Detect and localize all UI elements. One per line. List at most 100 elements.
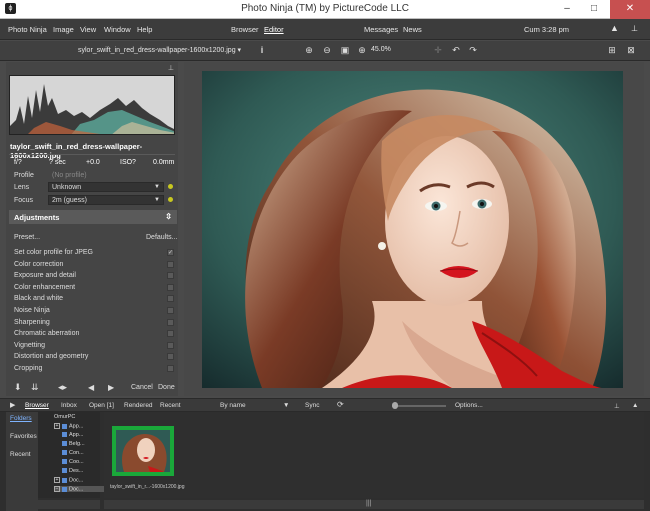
adjustment-row[interactable]: Cropping	[14, 365, 174, 376]
expand-icon[interactable]: +	[54, 477, 60, 483]
exif-aperture: f/?	[14, 159, 22, 166]
minimize-button[interactable]: –	[553, 0, 581, 19]
sync-button[interactable]: Sync	[305, 402, 319, 409]
nav-recent[interactable]: Recent	[10, 451, 31, 458]
grid-view-icon[interactable]: ⊞	[606, 44, 618, 56]
tab-rendered[interactable]: Rendered	[124, 402, 153, 409]
adjustment-checkbox[interactable]	[167, 353, 174, 361]
adjustment-row[interactable]: Vignetting	[14, 341, 174, 353]
adjustment-checkbox[interactable]	[167, 318, 174, 326]
fullscreen-icon[interactable]: ⊠	[625, 44, 637, 56]
tab-open[interactable]: Open [1]	[89, 402, 114, 409]
tree-item[interactable]: App...	[62, 432, 83, 438]
preset-button[interactable]: Preset...	[14, 234, 40, 241]
maximize-button[interactable]: □	[580, 0, 608, 19]
adjustment-row[interactable]: Distortion and geometry	[14, 353, 174, 364]
thumbnail-selected[interactable]	[112, 426, 174, 476]
nav-favorites[interactable]: Favorites	[10, 433, 37, 440]
chevron-down-icon[interactable]: ▼	[283, 402, 289, 409]
messages-link[interactable]: Messages	[364, 25, 398, 34]
lens-dropdown[interactable]: Unknown ▼	[48, 182, 164, 192]
tree-item[interactable]: Des...	[62, 468, 83, 474]
next-icon[interactable]: ▶	[108, 383, 114, 392]
mode-browser[interactable]: Browser	[231, 25, 259, 34]
adjustment-checkbox[interactable]	[167, 295, 174, 303]
adjustment-row[interactable]: Exposure and detail	[14, 272, 174, 283]
tree-item[interactable]: OmurPC	[54, 414, 75, 420]
tab-recent[interactable]: Recent	[160, 402, 181, 409]
image-file-selector[interactable]: sylor_swift_in_red_dress-wallpaper-1600x…	[78, 46, 241, 54]
menu-help[interactable]: Help	[137, 25, 152, 34]
adjustment-row[interactable]: Black and white	[14, 295, 174, 306]
scroll-grip-icon[interactable]: |||	[366, 500, 371, 507]
menu-photo-ninja[interactable]: Photo Ninja	[8, 25, 47, 34]
adjustment-checkbox[interactable]	[167, 365, 174, 372]
compare-icon[interactable]: ◂▸	[58, 382, 67, 393]
pin-icon[interactable]: ⊥	[614, 402, 620, 410]
rotate-right-icon[interactable]: ↷	[467, 44, 479, 56]
zoom-actual-icon[interactable]: ⊕	[356, 44, 368, 56]
adjustment-checkbox[interactable]	[167, 341, 174, 349]
expand-collapse-icon[interactable]: ⇳	[165, 212, 172, 221]
slider-thumb[interactable]	[392, 402, 398, 409]
adjustment-checkbox[interactable]	[167, 260, 174, 268]
arrow-down-icon[interactable]: ⬇	[14, 382, 22, 393]
tab-browser[interactable]: Browser	[25, 402, 49, 409]
info-icon[interactable]: i	[256, 44, 268, 56]
pin-icon[interactable]: ⊥	[631, 24, 638, 33]
previous-icon[interactable]: ◀	[88, 383, 94, 392]
filmstrip-scrollbar[interactable]: |||	[104, 500, 644, 509]
tree-horizontal-scrollbar[interactable]	[38, 500, 100, 509]
cancel-button[interactable]: Cancel	[131, 384, 153, 391]
expand-icon[interactable]: ▲	[632, 402, 638, 409]
menu-image[interactable]: Image	[53, 25, 74, 34]
move-icon[interactable]: ✛	[432, 44, 444, 56]
close-button[interactable]: ✕	[610, 0, 650, 19]
adjustment-checkbox[interactable]	[167, 307, 174, 314]
zoom-in-icon[interactable]: ⊕	[303, 44, 315, 56]
tree-item[interactable]: + App...	[54, 423, 83, 429]
tree-item[interactable]: Coo...	[62, 459, 84, 465]
expand-icon[interactable]: +	[54, 423, 60, 429]
tree-item[interactable]: + Doc...	[54, 477, 83, 483]
adjustment-checkbox[interactable]	[167, 272, 174, 280]
adjustment-checkbox[interactable]	[167, 283, 174, 291]
adjustment-row[interactable]: Sharpening	[14, 318, 174, 330]
defaults-button[interactable]: Defaults...	[146, 234, 178, 241]
fit-to-window-icon[interactable]: ▣	[339, 44, 351, 56]
adjustment-row[interactable]: Color enhancement	[14, 283, 174, 295]
news-link[interactable]: News	[403, 25, 422, 34]
photo-canvas[interactable]	[202, 71, 623, 388]
play-icon[interactable]: ▶	[10, 401, 15, 409]
done-button[interactable]: Done	[158, 384, 175, 391]
panel-pin-icon[interactable]: ⊥	[168, 64, 174, 72]
focus-dropdown[interactable]: 2m (guess) ▼	[48, 195, 164, 205]
tab-inbox[interactable]: Inbox	[61, 402, 77, 409]
sort-dropdown[interactable]: By name	[220, 402, 246, 409]
tree-item[interactable]: Belg...	[62, 441, 85, 447]
collapse-up-icon[interactable]: ▲	[610, 23, 619, 33]
menu-window[interactable]: Window	[104, 25, 131, 34]
nav-folders[interactable]: Folders	[10, 415, 32, 422]
image-viewer[interactable]	[184, 62, 644, 396]
adjustment-row[interactable]: Chromatic aberration	[14, 330, 174, 341]
editor-toolbar: sylor_swift_in_red_dress-wallpaper-1600x…	[0, 41, 650, 61]
adjustment-row[interactable]: Noise Ninja	[14, 307, 174, 318]
expand-icon[interactable]: −	[54, 486, 60, 492]
adjustment-row[interactable]: Set color profile for JPEG ✓	[14, 249, 174, 260]
rotate-left-icon[interactable]: ↶	[450, 44, 462, 56]
adjustment-checkbox[interactable]	[167, 330, 174, 338]
adjustment-checkbox[interactable]: ✓	[167, 249, 174, 256]
menu-view[interactable]: View	[80, 25, 96, 34]
adjustment-row[interactable]: Color correction	[14, 260, 174, 272]
mode-editor[interactable]: Editor	[264, 25, 284, 34]
options-button[interactable]: Options...	[455, 402, 483, 409]
tree-item[interactable]: Con...	[62, 450, 84, 456]
arrow-down-all-icon[interactable]: ⇊	[31, 382, 39, 393]
tree-item-selected[interactable]: − Doc...	[54, 486, 104, 493]
thumbnail-size-slider[interactable]	[392, 405, 446, 407]
adjustments-header[interactable]: Adjustments ⇳	[9, 210, 177, 224]
refresh-icon[interactable]: ⟳	[337, 400, 344, 409]
adjustment-label: Black and white	[14, 295, 64, 303]
zoom-out-icon[interactable]: ⊖	[321, 44, 333, 56]
